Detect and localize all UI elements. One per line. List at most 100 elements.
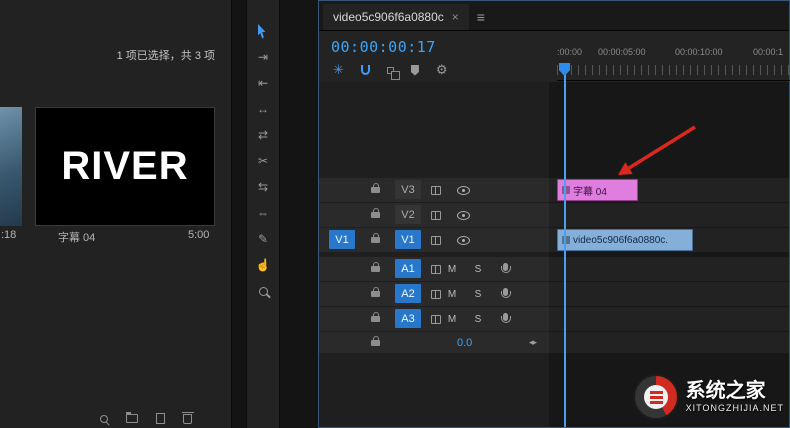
rate-stretch-tool[interactable]: ⇄	[252, 126, 274, 144]
selected-clip-thumbnail[interactable]: RIVER	[35, 107, 215, 226]
track-output-icon[interactable]	[457, 186, 470, 195]
track-select-icon: ⇥	[258, 50, 268, 64]
master-volume-value[interactable]: 0.0	[457, 337, 472, 349]
current-timecode[interactable]: 00:00:00:17	[331, 38, 436, 56]
track-target-a3[interactable]: A3	[395, 309, 421, 328]
mic-icon[interactable]	[503, 288, 508, 296]
source-patch-v1[interactable]: V1	[329, 230, 355, 249]
selection-tool[interactable]	[252, 22, 274, 40]
track-target-a2[interactable]: A2	[395, 284, 421, 303]
lock-icon[interactable]	[371, 291, 380, 297]
zoom-tool[interactable]	[252, 282, 274, 300]
timeline-settings-icon[interactable]: ⚙	[436, 62, 448, 78]
mute-button[interactable]: M	[445, 312, 459, 326]
rolling-edit-tool[interactable]: ↔	[252, 100, 274, 118]
watermark-site: XITONGZHIJIA.NET	[686, 403, 784, 413]
lock-icon[interactable]	[371, 316, 380, 322]
lock-icon[interactable]	[371, 266, 380, 272]
premiere-window: 1 项已选择，共 3 项 :18 RIVER 字幕 04 5:00 ⇥ ⇤ ↔ …	[0, 0, 790, 428]
track-content-a2	[549, 282, 789, 306]
zoom-icon	[259, 287, 268, 296]
lock-icon[interactable]	[371, 212, 380, 218]
sync-lock-icon[interactable]	[431, 315, 441, 324]
project-panel: 1 项已选择，共 3 项 :18 RIVER 字幕 04 5:00	[0, 0, 232, 428]
pen-icon: ✎	[258, 232, 268, 246]
timeline-toolbar: ✳ ⚙	[333, 62, 448, 78]
tab-close-icon[interactable]: ×	[452, 10, 459, 24]
linked-selection-toggle[interactable]	[387, 67, 394, 74]
fit-icon[interactable]: ◂▸	[529, 337, 536, 348]
track-content-a3	[549, 307, 789, 331]
track-content-a1	[549, 257, 789, 281]
delete-icon[interactable]	[183, 414, 192, 424]
mic-icon[interactable]	[503, 313, 508, 321]
clip-duration-label: 5:00	[188, 229, 209, 241]
marker-icon	[411, 65, 419, 76]
track-target-v2[interactable]: V2	[395, 205, 421, 224]
sync-lock-icon[interactable]	[431, 236, 441, 245]
hand-tool[interactable]: ☝	[252, 256, 274, 274]
ruler-label-0: :00:00	[557, 47, 582, 57]
master-track-row: 0.0 ◂▸	[319, 332, 789, 353]
adjacent-clip-thumbnail[interactable]	[0, 107, 22, 226]
track-header-a3: A3 M S	[319, 307, 549, 331]
solo-button[interactable]: S	[471, 287, 485, 301]
lock-icon[interactable]	[371, 340, 380, 346]
magnet-icon	[361, 65, 370, 75]
track-target-v1[interactable]: V1	[395, 230, 421, 249]
hand-icon: ☝	[256, 258, 271, 272]
lock-icon[interactable]	[371, 187, 380, 193]
lock-icon[interactable]	[371, 237, 380, 243]
sequence-tab-title: video5c906f6a0880c	[333, 10, 444, 24]
sync-lock-icon[interactable]	[431, 186, 441, 195]
track-row-a2: A2 M S	[319, 282, 789, 306]
mute-button[interactable]: M	[445, 287, 459, 301]
solo-button[interactable]: S	[471, 262, 485, 276]
track-content-v1: video5c906f6a0880c.	[549, 228, 789, 252]
timeline-panel: video5c906f6a0880c × ≡ 00:00:00:17 ✳ ⚙ :…	[318, 0, 790, 428]
track-header-v1: V1 V1	[319, 228, 549, 252]
sync-lock-icon[interactable]	[431, 265, 441, 274]
ruler-label-1: 00:00:05:00	[598, 47, 646, 57]
sync-lock-icon[interactable]	[431, 211, 441, 220]
project-footer	[100, 413, 192, 424]
annotation-arrow	[555, 98, 715, 188]
new-item-icon[interactable]	[156, 413, 165, 424]
track-select-tool[interactable]: ⇥	[252, 48, 274, 66]
linked-squares-icon	[387, 67, 394, 74]
snap-toggle[interactable]	[361, 65, 370, 75]
slip-icon: ⇆	[258, 180, 268, 194]
new-bin-icon[interactable]	[126, 414, 138, 423]
mic-icon[interactable]	[503, 263, 508, 271]
razor-tool[interactable]: ✂	[252, 152, 274, 170]
master-track-content	[549, 332, 789, 353]
slide-tool[interactable]: ⇔	[252, 204, 274, 222]
selection-status: 1 项已选择，共 3 项	[117, 47, 215, 63]
mute-button[interactable]: M	[445, 262, 459, 276]
find-icon[interactable]	[100, 415, 108, 423]
video-clip-label: video5c906f6a0880c.	[573, 235, 668, 246]
slide-icon: ⇔	[257, 206, 269, 220]
track-output-icon[interactable]	[457, 211, 470, 220]
pen-tool[interactable]: ✎	[252, 230, 274, 248]
ruler-label-3: 00:00:1	[753, 47, 783, 57]
video-clip[interactable]: video5c906f6a0880c.	[557, 229, 693, 251]
sequence-tab[interactable]: video5c906f6a0880c ×	[323, 4, 469, 30]
ripple-edit-tool[interactable]: ⇤	[252, 74, 274, 92]
track-row-a3: A3 M S	[319, 307, 789, 331]
track-target-v3[interactable]: V3	[395, 180, 421, 199]
track-output-icon[interactable]	[457, 236, 470, 245]
add-marker-button[interactable]	[411, 65, 419, 76]
track-target-a1[interactable]: A1	[395, 259, 421, 278]
panel-menu-icon[interactable]: ≡	[477, 9, 485, 25]
clip-name-label[interactable]: 字幕 04	[58, 229, 95, 245]
sync-lock-icon[interactable]	[431, 290, 441, 299]
track-header-a1: A1 M S	[319, 257, 549, 281]
watermark-logo-icon	[633, 374, 679, 420]
solo-button[interactable]: S	[471, 312, 485, 326]
track-row-v1: V1 V1 video5c906f6a0880c.	[319, 228, 789, 252]
time-ruler[interactable]: :00:00 00:00:05:00 00:00:10:00 00:00:1	[557, 41, 790, 81]
nest-toggle-icon[interactable]: ✳	[333, 62, 344, 78]
slip-tool[interactable]: ⇆	[252, 178, 274, 196]
razor-icon: ✂	[258, 154, 268, 168]
